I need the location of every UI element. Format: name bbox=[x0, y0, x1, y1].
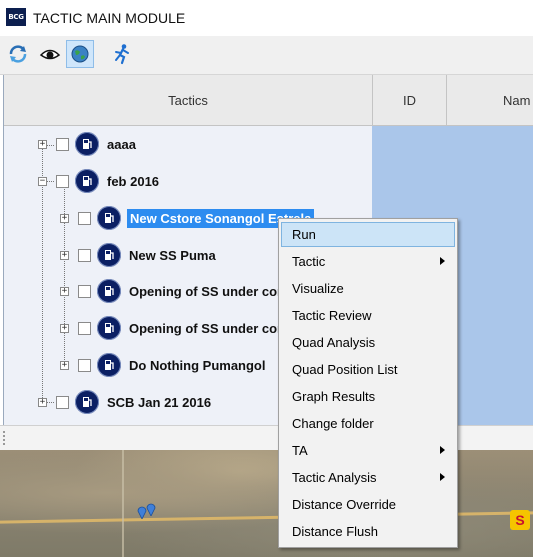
menu-item-label: Quad Analysis bbox=[292, 335, 376, 350]
menu-item-label: TA bbox=[292, 443, 308, 458]
expand-toggle[interactable]: + bbox=[60, 323, 69, 333]
menu-item-distance-flush[interactable]: Distance Flush bbox=[281, 519, 455, 544]
expand-toggle[interactable]: + bbox=[60, 250, 69, 260]
node-checkbox[interactable] bbox=[56, 395, 69, 409]
fuel-station-logo-icon[interactable]: S bbox=[510, 510, 530, 530]
fuel-pump-icon bbox=[75, 169, 99, 193]
tree-node[interactable]: + New SS Puma bbox=[60, 241, 216, 269]
menu-item-tactic[interactable]: Tactic bbox=[281, 249, 455, 274]
column-header-name[interactable]: Nam bbox=[447, 75, 533, 125]
fuel-pump-icon bbox=[97, 279, 121, 303]
expand-toggle[interactable]: + bbox=[38, 397, 47, 407]
tree-node[interactable]: + New Cstore Sonangol Estrela bbox=[60, 204, 315, 232]
fuel-pump-icon bbox=[97, 243, 121, 267]
menu-item-label: Tactic bbox=[292, 254, 326, 269]
node-checkbox[interactable] bbox=[56, 137, 69, 151]
node-checkbox[interactable] bbox=[78, 321, 91, 335]
menu-item-label: Run bbox=[292, 227, 316, 242]
tree-node[interactable]: + Do Nothing Pumangol bbox=[60, 351, 265, 379]
expand-toggle[interactable]: + bbox=[60, 213, 69, 223]
fuel-pump-icon bbox=[97, 353, 121, 377]
eye-icon bbox=[39, 49, 61, 60]
node-label: Do Nothing Pumangol bbox=[129, 357, 266, 373]
menu-item-graph-results[interactable]: Graph Results bbox=[281, 384, 455, 409]
node-label: feb 2016 bbox=[107, 173, 160, 189]
title-bar: BCG TACTIC MAIN MODULE bbox=[0, 0, 533, 36]
grid-header: Tactics ID Nam bbox=[4, 75, 533, 126]
submenu-arrow-icon bbox=[440, 257, 445, 265]
tree-node[interactable]: + SCB Jan 21 2016 bbox=[38, 388, 211, 416]
expand-toggle[interactable]: + bbox=[38, 139, 47, 149]
splitter-grip-icon[interactable] bbox=[3, 431, 7, 445]
tree-node[interactable]: + aaaa bbox=[38, 130, 136, 158]
fuel-pump-icon bbox=[97, 316, 121, 340]
menu-item-label: Graph Results bbox=[292, 389, 376, 404]
menu-item-tactic-review[interactable]: Tactic Review bbox=[281, 303, 455, 328]
node-checkbox[interactable] bbox=[78, 358, 91, 372]
run-button[interactable] bbox=[108, 40, 136, 68]
menu-item-tactic-analysis[interactable]: Tactic Analysis bbox=[281, 465, 455, 490]
globe-button[interactable] bbox=[66, 40, 94, 68]
collapse-toggle[interactable]: − bbox=[38, 176, 47, 186]
visualize-button[interactable] bbox=[36, 40, 64, 68]
window-title: TACTIC MAIN MODULE bbox=[33, 10, 186, 26]
menu-item-visualize[interactable]: Visualize bbox=[281, 276, 455, 301]
menu-item-label: Change folder bbox=[292, 416, 374, 431]
column-header-tactics[interactable]: Tactics bbox=[4, 75, 373, 125]
column-header-id[interactable]: ID bbox=[373, 75, 447, 125]
node-label: New SS Puma bbox=[129, 247, 216, 263]
globe-icon bbox=[71, 45, 89, 63]
menu-item-distance-override[interactable]: Distance Override bbox=[281, 492, 455, 517]
refresh-button[interactable] bbox=[4, 40, 32, 68]
submenu-arrow-icon bbox=[440, 446, 445, 454]
fuel-pump-icon bbox=[75, 132, 99, 156]
running-man-icon bbox=[115, 44, 129, 65]
menu-item-quad-position-list[interactable]: Quad Position List bbox=[281, 357, 455, 382]
submenu-arrow-icon bbox=[440, 473, 445, 481]
node-checkbox[interactable] bbox=[78, 211, 91, 225]
map-road bbox=[122, 450, 124, 557]
node-checkbox[interactable] bbox=[78, 248, 91, 262]
map-pin-icon[interactable] bbox=[146, 502, 156, 516]
expand-toggle[interactable]: + bbox=[60, 286, 69, 296]
node-label: aaaa bbox=[107, 136, 136, 152]
toolbar bbox=[0, 36, 533, 75]
menu-item-label: Quad Position List bbox=[292, 362, 398, 377]
menu-item-ta[interactable]: TA bbox=[281, 438, 455, 463]
expand-toggle[interactable]: + bbox=[60, 360, 69, 370]
context-menu: Run Tactic Visualize Tactic Review Quad … bbox=[278, 218, 458, 548]
node-checkbox[interactable] bbox=[78, 284, 91, 298]
app-logo-icon: BCG bbox=[6, 8, 26, 26]
tree-node[interactable]: − feb 2016 bbox=[38, 167, 159, 195]
node-checkbox[interactable] bbox=[56, 174, 69, 188]
menu-item-run[interactable]: Run bbox=[281, 222, 455, 247]
menu-item-label: Distance Override bbox=[292, 497, 397, 512]
menu-item-quad-analysis[interactable]: Quad Analysis bbox=[281, 330, 455, 355]
menu-item-change-folder[interactable]: Change folder bbox=[281, 411, 455, 436]
fuel-pump-icon bbox=[97, 206, 121, 230]
node-label: SCB Jan 21 2016 bbox=[107, 394, 212, 410]
menu-item-label: Visualize bbox=[292, 281, 344, 296]
fuel-pump-icon bbox=[75, 390, 99, 414]
menu-item-label: Tactic Review bbox=[292, 308, 372, 323]
menu-item-label: Tactic Analysis bbox=[292, 470, 377, 485]
refresh-icon bbox=[9, 45, 27, 63]
menu-item-label: Distance Flush bbox=[292, 524, 378, 539]
